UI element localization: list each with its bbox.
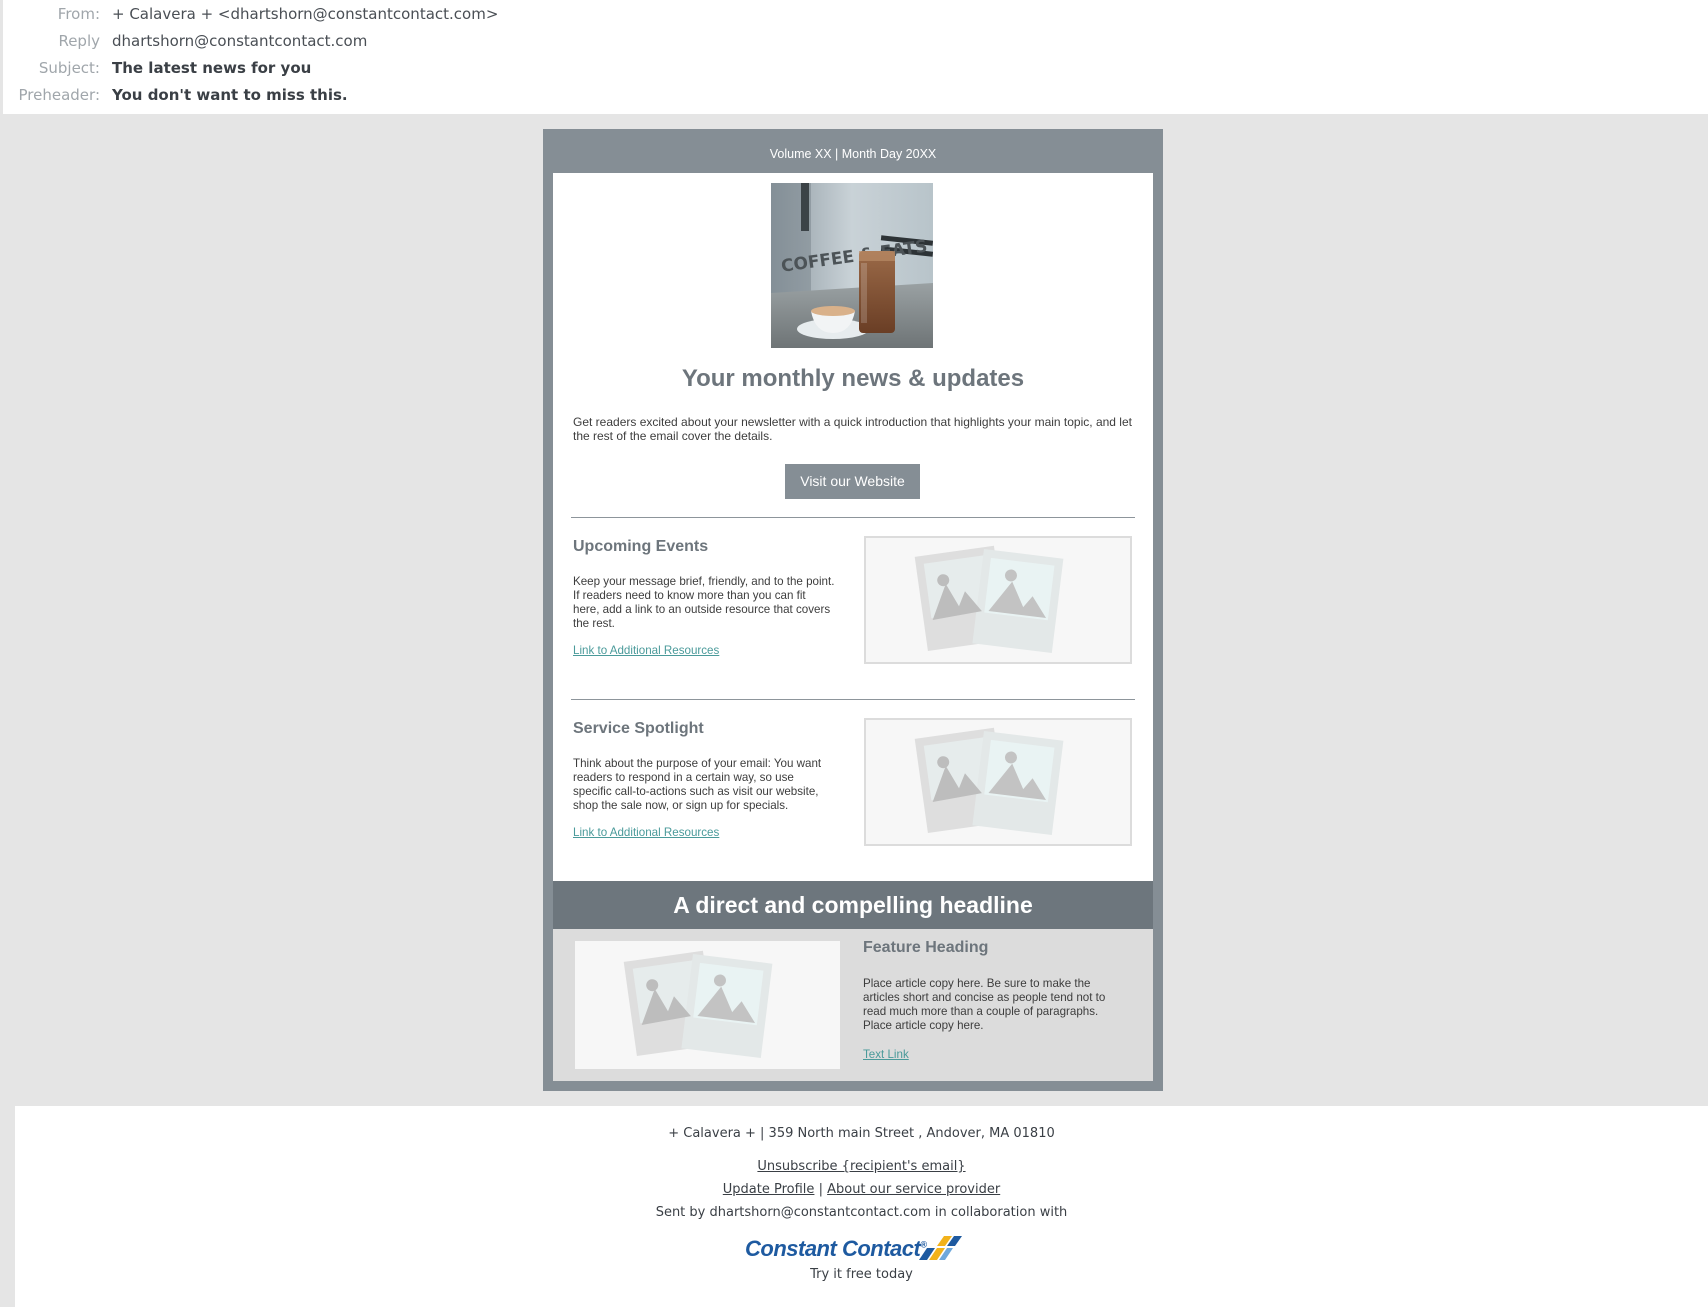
about-provider-link[interactable]: About our service provider xyxy=(827,1182,1000,1197)
section-body: Think about the purpose of your email: Y… xyxy=(573,757,822,812)
image-placeholder-icon xyxy=(623,950,773,1059)
newsletter-body: COFFEE & EATS Your monthly news & update… xyxy=(553,173,1153,881)
text-link[interactable]: Text Link xyxy=(863,1048,909,1061)
feature-body: Place article copy here. Be sure to make… xyxy=(863,977,1106,1032)
headline-banner: A direct and compelling headline xyxy=(553,881,1153,929)
image-placeholder xyxy=(575,941,840,1069)
from-value: + Calavera + <dhartshorn@constantcontact… xyxy=(112,5,499,23)
sent-by: Sent by dhartshorn@constantcontact.com i… xyxy=(655,1205,1068,1220)
section-body: Keep your message brief, friendly, and t… xyxy=(573,575,835,630)
coffee-photo: COFFEE & EATS xyxy=(771,183,933,348)
subject-label: Subject: xyxy=(38,59,100,77)
profile-links-row: Update Profile | About our service provi… xyxy=(15,1182,1708,1197)
divider xyxy=(571,699,1135,700)
newsletter-title: Your monthly news & updates xyxy=(681,365,1025,392)
constant-contact-logo[interactable]: Constant Contact® xyxy=(745,1236,965,1266)
intro-text: Get readers excited about your newslette… xyxy=(573,415,1132,443)
from-label: From: xyxy=(57,5,100,23)
footer-address: + Calavera + | 359 North main Street , A… xyxy=(668,1126,1055,1141)
logo-text: Constant Contact® xyxy=(745,1236,927,1261)
newsletter: Volume XX | Month Day 20XX COFFEE & EATS… xyxy=(543,129,1163,1091)
update-profile-link[interactable]: Update Profile xyxy=(723,1182,815,1197)
unsubscribe-link[interactable]: Unsubscribe {recipient's email} xyxy=(757,1159,965,1174)
feature-section: Feature Heading Place article copy here.… xyxy=(553,929,1153,1081)
image-placeholder-icon xyxy=(914,545,1064,654)
visit-website-button[interactable]: Visit our Website xyxy=(785,464,920,499)
separator: | xyxy=(818,1182,823,1197)
hero-image: COFFEE & EATS xyxy=(771,183,933,348)
feature-heading: Feature Heading xyxy=(863,939,989,956)
additional-resources-link[interactable]: Link to Additional Resources xyxy=(573,644,719,657)
reply-label: Reply xyxy=(58,32,100,50)
section-heading-upcoming-events: Upcoming Events xyxy=(573,538,709,555)
reply-value: dhartshorn@constantcontact.com xyxy=(112,32,368,50)
unsubscribe-row: Unsubscribe {recipient's email} xyxy=(15,1159,1708,1174)
email-header: From: + Calavera + <dhartshorn@constantc… xyxy=(3,0,1708,114)
image-placeholder xyxy=(864,718,1132,846)
section-heading-service-spotlight: Service Spotlight xyxy=(573,720,704,737)
logo-flag-icon xyxy=(919,1236,962,1260)
divider xyxy=(571,517,1135,518)
subject-value: The latest news for you xyxy=(112,59,312,77)
try-free: Try it free today xyxy=(810,1267,913,1282)
preheader-value: You don't want to miss this. xyxy=(112,86,348,104)
preheader-label: Preheader: xyxy=(18,86,100,104)
image-placeholder xyxy=(864,536,1132,664)
email-footer: + Calavera + | 359 North main Street , A… xyxy=(15,1106,1708,1307)
additional-resources-link[interactable]: Link to Additional Resources xyxy=(573,826,719,839)
volume-line: Volume XX | Month Day 20XX xyxy=(769,147,937,161)
image-placeholder-icon xyxy=(914,727,1064,836)
